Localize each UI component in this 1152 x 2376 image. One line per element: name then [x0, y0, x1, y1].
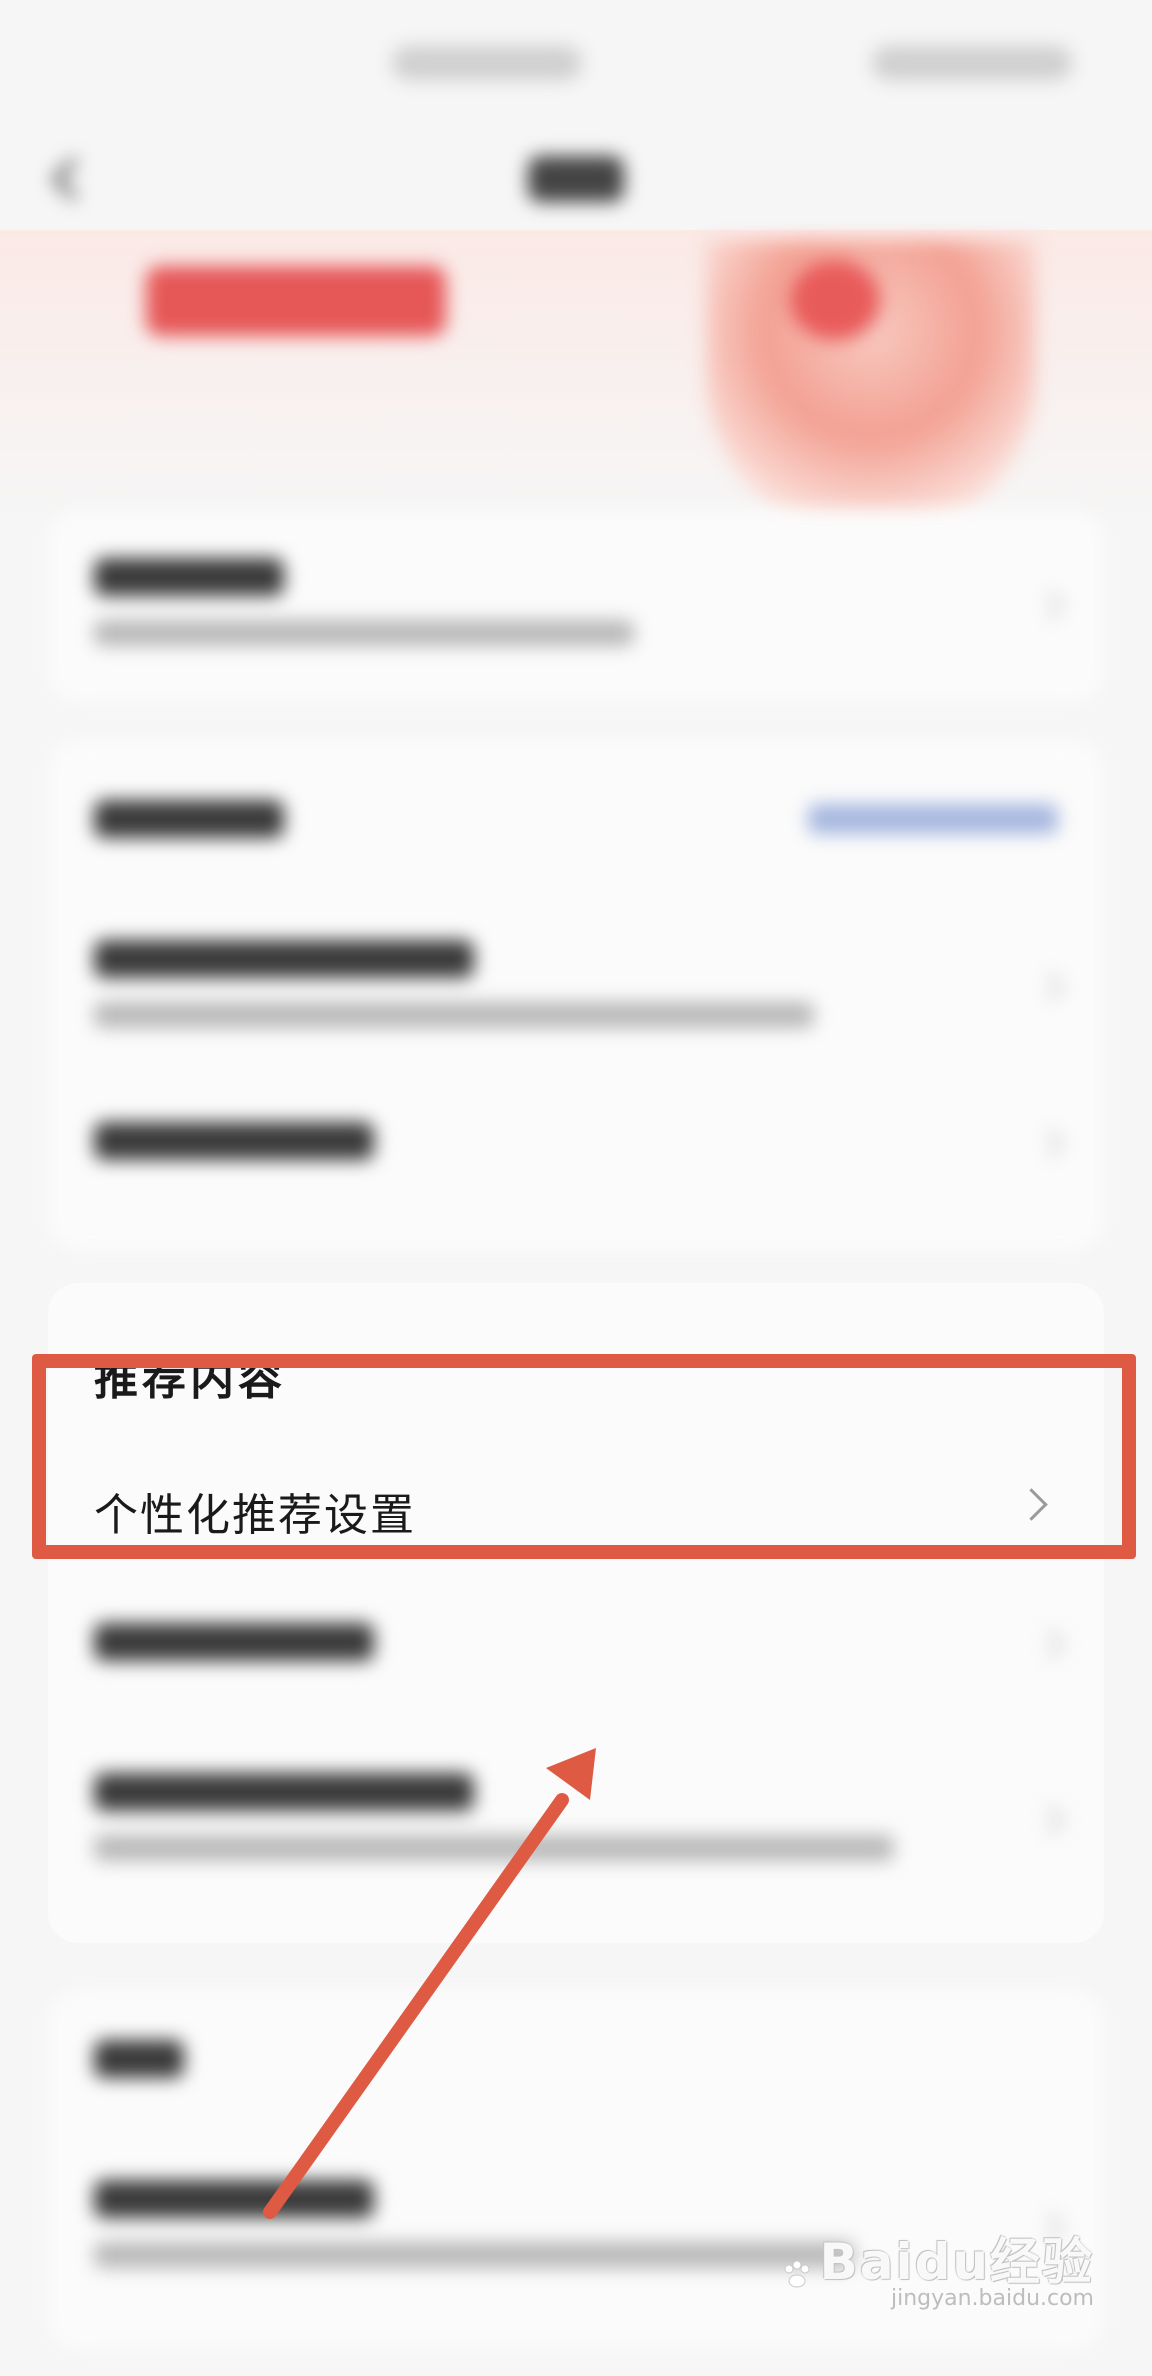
arrow-shaft [263, 1793, 569, 2219]
watermark-brand: Baidu经验 [819, 2233, 1094, 2291]
arrow-head [546, 1748, 596, 1800]
watermark: Baidu经验 jingyan.baidu.com [779, 2222, 1094, 2311]
paw-icon [784, 2260, 810, 2287]
watermark-url: jingyan.baidu.com [890, 2286, 1094, 2311]
annotation-arrow [263, 1748, 596, 2219]
